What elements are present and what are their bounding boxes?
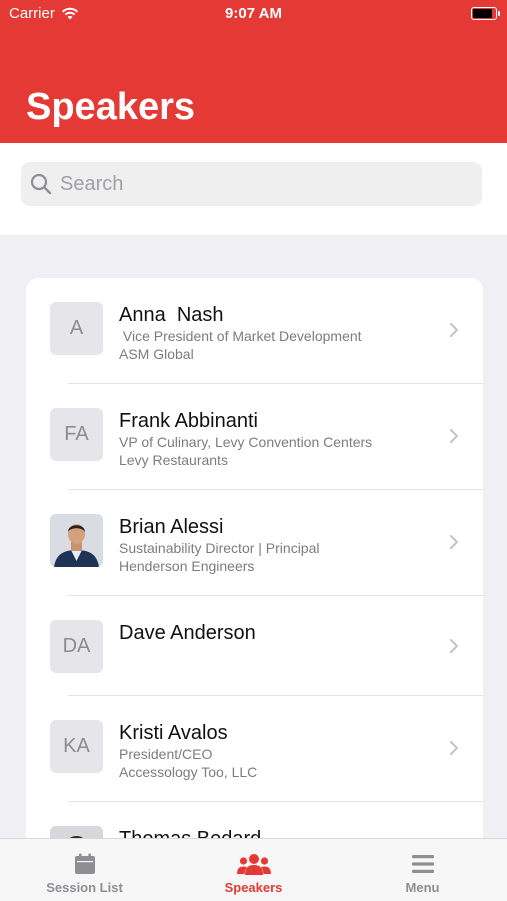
- speaker-name: Dave Anderson: [119, 622, 256, 644]
- speaker-title: President/CEO: [119, 746, 213, 762]
- chevron-right-icon: [450, 741, 458, 755]
- speaker-list: A Anna Nash Vice President of Market Dev…: [26, 278, 483, 878]
- tab-label: Session List: [46, 880, 123, 895]
- chevron-right-icon: [450, 639, 458, 653]
- avatar-photo: [50, 514, 103, 567]
- chevron-right-icon: [450, 429, 458, 443]
- speaker-name: Anna Nash: [119, 304, 224, 326]
- speaker-row-dave-anderson[interactable]: DA Dave Anderson: [26, 596, 483, 696]
- people-icon: [236, 854, 271, 875]
- avatar: FA: [50, 408, 103, 461]
- page-title: Speakers: [26, 86, 196, 128]
- status-bar: Carrier 9:07 AM: [0, 0, 507, 28]
- speaker-company: ASM Global: [119, 346, 194, 362]
- speaker-company: Accessology Too, LLC: [119, 764, 258, 780]
- tab-speakers[interactable]: Speakers: [169, 839, 338, 901]
- tab-menu[interactable]: Menu: [338, 839, 507, 901]
- speaker-name: Frank Abbinanti: [119, 410, 258, 432]
- tab-label: Menu: [405, 880, 440, 895]
- speaker-row-kristi-avalos[interactable]: KA Kristi Avalos President/CEO Accessolo…: [26, 696, 483, 802]
- tab-label: Speakers: [224, 880, 283, 895]
- avatar: KA: [50, 720, 103, 773]
- speaker-row-brian-alessi[interactable]: Brian Alessi Sustainability Director | P…: [26, 490, 483, 596]
- speaker-title: VP of Culinary, Levy Convention Centers: [119, 434, 373, 450]
- speaker-company: Levy Restaurants: [119, 452, 228, 468]
- chevron-right-icon: [450, 535, 458, 549]
- tab-bar: Session List Speakers Menu: [0, 838, 507, 901]
- search-input[interactable]: [60, 164, 482, 204]
- speaker-name: Brian Alessi: [119, 516, 224, 538]
- speaker-company: Henderson Engineers: [119, 558, 255, 574]
- avatar: DA: [50, 620, 103, 673]
- search-bar: [0, 143, 507, 235]
- menu-icon: [411, 855, 434, 873]
- speaker-row-frank-abbinanti[interactable]: FA Frank Abbinanti VP of Culinary, Levy …: [26, 384, 483, 490]
- avatar: A: [50, 302, 103, 355]
- speaker-title: Vice President of Market Development: [119, 328, 362, 344]
- speaker-photo: [50, 514, 103, 567]
- chevron-right-icon: [450, 323, 458, 337]
- speaker-title: Sustainability Director | Principal: [119, 540, 320, 556]
- tab-session-list[interactable]: Session List: [0, 839, 169, 901]
- status-time: 9:07 AM: [225, 5, 282, 22]
- search-icon: [30, 173, 52, 195]
- speaker-name: Kristi Avalos: [119, 722, 228, 744]
- header: Carrier 9:07 AM Speakers: [0, 0, 507, 143]
- calendar-icon: [74, 853, 95, 874]
- search-field[interactable]: [21, 162, 482, 206]
- speaker-row-anna-nash[interactable]: A Anna Nash Vice President of Market Dev…: [26, 278, 483, 384]
- battery-icon: [471, 7, 500, 20]
